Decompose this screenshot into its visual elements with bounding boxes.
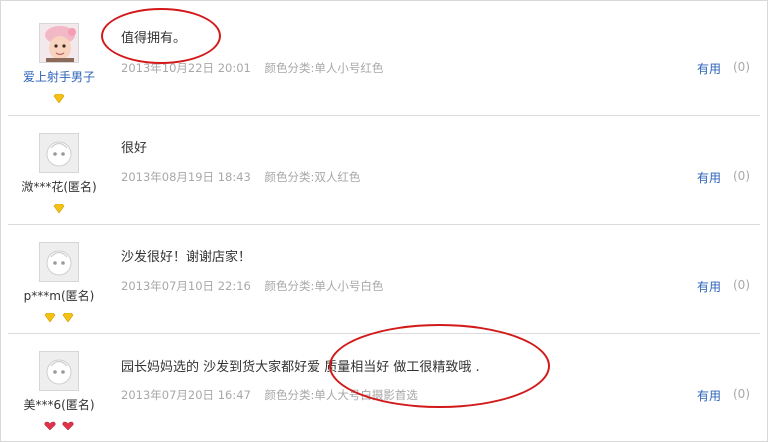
review-time: 22:16: [217, 279, 251, 293]
review-meta: 2013年10月22日 20:01 颜色分类:单人小号红色: [121, 60, 383, 76]
reviewer-name: p***m(匿名): [23, 289, 95, 303]
reviewer-name: 美***6(匿名): [23, 398, 95, 412]
user-avatar-photo[interactable]: [39, 23, 79, 63]
yellow-diamond-icon: [53, 203, 65, 214]
useful-button[interactable]: 有用: [697, 278, 721, 295]
review-text: 沙发很好！谢谢店家！: [121, 250, 252, 265]
reviewer-name: 溦***花(匿名): [21, 180, 97, 194]
buyer-level-badges: [8, 88, 110, 104]
red-heart-icon: [44, 421, 56, 431]
reviewer-name[interactable]: 爱上射手男子: [8, 70, 110, 84]
yellow-diamond-icon: [53, 93, 65, 104]
review-text-part: 爱 质量相当好 做工很精致哦 .: [307, 360, 480, 375]
useful-count: (0): [733, 60, 750, 74]
review-text-part: 园长妈妈选的 沙发到货大家都好: [121, 360, 308, 375]
review-sku: 颜色分类:单人小号白色: [264, 279, 384, 293]
user-avatar-default[interactable]: [39, 242, 79, 282]
useful-button[interactable]: 有用: [697, 60, 721, 77]
buyer-level-badges: [8, 198, 110, 214]
useful-button[interactable]: 有用: [697, 169, 721, 186]
buyer-level-badges: [8, 307, 110, 323]
yellow-diamond-icon: [45, 312, 56, 323]
review-date: 2013年10月22日: [121, 61, 215, 75]
review-text: 园长妈妈选的 沙发到货大家都好爱 质量相当好 做工很精致哦 .: [121, 356, 480, 375]
useful-count: (0): [733, 169, 750, 183]
review-meta: 2013年07月20日 16:47 颜色分类:单人大号白摄影首选: [121, 387, 418, 403]
user-avatar-default[interactable]: [39, 351, 79, 391]
review-meta: 2013年08月19日 18:43 颜色分类:双人红色: [121, 169, 360, 185]
review-time: 16:47: [217, 388, 251, 402]
review-list-frame: [0, 0, 768, 442]
review-date: 2013年08月19日: [121, 170, 215, 184]
row-divider: [8, 115, 760, 116]
review-sku: 颜色分类:单人小号红色: [264, 61, 384, 75]
review-sku: 颜色分类:单人大号白摄影首选: [264, 388, 418, 402]
useful-count: (0): [733, 387, 750, 401]
review-time: 20:01: [217, 61, 251, 75]
review-text: 值得拥有。: [121, 31, 187, 46]
useful-button[interactable]: 有用: [697, 387, 721, 404]
buyer-level-badges: [8, 416, 110, 431]
row-divider: [8, 224, 760, 225]
default-face-avatar-icon: [46, 359, 72, 385]
default-face-avatar-icon: [46, 141, 72, 167]
review-text: 很好: [121, 141, 148, 156]
review-sku: 颜色分类:双人红色: [264, 170, 361, 184]
review-meta: 2013年07月10日 22:16 颜色分类:单人小号白色: [121, 278, 383, 294]
red-heart-icon: [62, 421, 74, 431]
user-avatar-default[interactable]: [39, 133, 79, 173]
review-time: 18:43: [217, 170, 251, 184]
useful-count: (0): [733, 278, 750, 292]
yellow-diamond-icon: [62, 312, 73, 323]
default-face-avatar-icon: [46, 250, 72, 276]
review-date: 2013年07月10日: [121, 279, 215, 293]
row-divider: [8, 333, 760, 334]
baby-photo-avatar-icon: [40, 24, 78, 62]
review-date: 2013年07月20日: [121, 388, 215, 402]
